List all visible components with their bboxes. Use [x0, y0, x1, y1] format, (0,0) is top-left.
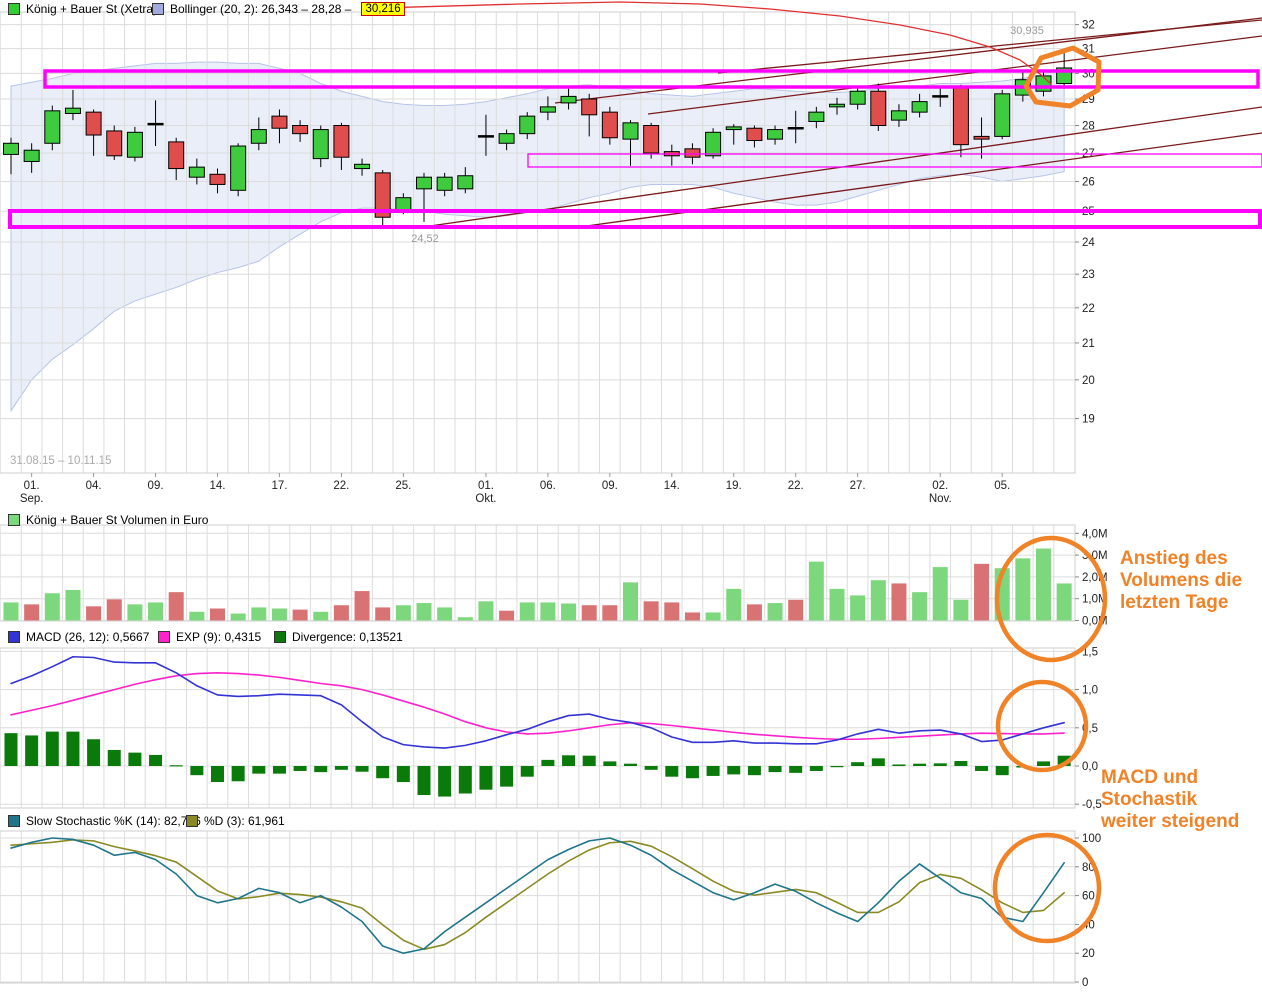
- svg-text:0: 0: [1082, 977, 1088, 989]
- macd-annotation: MACD und Stochastik weiter steigend: [1101, 767, 1239, 833]
- svg-text:22.: 22.: [333, 480, 349, 492]
- svg-text:14.: 14.: [210, 480, 226, 492]
- svg-text:01.: 01.: [24, 480, 40, 492]
- svg-text:20: 20: [1082, 948, 1095, 960]
- stock-chart-canvas: 32313029282726252423222120194,0M3,0M2,0M…: [0, 0, 1262, 997]
- svg-text:19.: 19.: [726, 480, 742, 492]
- svg-text:21: 21: [1082, 338, 1095, 350]
- svg-text:Okt.: Okt.: [475, 493, 496, 505]
- volume-swatch-icon: [8, 514, 20, 526]
- svg-text:14.: 14.: [664, 480, 680, 492]
- legend-volume: König + Bauer St Volumen in Euro: [8, 513, 208, 527]
- svg-text:02.: 02.: [932, 480, 948, 492]
- stochastic-k-label: Slow Stochastic %K (14): 82,756: [26, 814, 201, 828]
- high-price-label: 30,935: [1004, 25, 1050, 37]
- svg-text:60: 60: [1082, 891, 1095, 903]
- svg-text:05.: 05.: [994, 480, 1010, 492]
- bollinger-label: Bollinger (20, 2): 26,343 – 28,28 –: [170, 2, 351, 16]
- svg-text:19: 19: [1082, 414, 1095, 426]
- svg-text:20: 20: [1082, 375, 1095, 387]
- bollinger-upper-badge: 30,216: [361, 2, 404, 16]
- svg-text:1,0: 1,0: [1082, 685, 1098, 697]
- stochastic-d-swatch-icon: [186, 815, 198, 827]
- svg-text:32: 32: [1082, 20, 1095, 32]
- stochastic-k-swatch-icon: [8, 815, 20, 827]
- legend-macd-line: MACD (26, 12): 0,5667: [8, 630, 149, 644]
- svg-text:09.: 09.: [602, 480, 618, 492]
- svg-text:17.: 17.: [271, 480, 287, 492]
- svg-text:04.: 04.: [86, 480, 102, 492]
- volume-annotation: Anstieg des Volumens die letzten Tage: [1120, 548, 1242, 614]
- svg-text:01.: 01.: [478, 480, 494, 492]
- volume-label: König + Bauer St Volumen in Euro: [26, 513, 208, 527]
- legend-bollinger: Bollinger (20, 2): 26,343 – 28,28 – 30,2…: [152, 2, 405, 16]
- svg-text:09.: 09.: [148, 480, 164, 492]
- svg-text:-0,5: -0,5: [1082, 799, 1102, 811]
- bollinger-swatch-icon: [152, 3, 164, 15]
- legend-stochastic-d: %D (3): 61,961: [186, 814, 285, 828]
- legend-main-series: König + Bauer St (Xetra): [8, 2, 157, 16]
- svg-text:Sep.: Sep.: [20, 493, 44, 505]
- svg-text:27.: 27.: [850, 480, 866, 492]
- legend-macd-divergence: Divergence: 0,13521: [274, 630, 403, 644]
- exp-label: EXP (9): 0,4315: [176, 630, 261, 644]
- svg-text:Nov.: Nov.: [929, 493, 952, 505]
- exp-swatch-icon: [158, 631, 170, 643]
- stock-chart-page: 32313029282726252423222120194,0M3,0M2,0M…: [0, 0, 1262, 997]
- macd-swatch-icon: [8, 631, 20, 643]
- svg-text:22: 22: [1082, 303, 1095, 315]
- svg-text:23: 23: [1082, 269, 1095, 281]
- svg-text:24: 24: [1082, 237, 1095, 249]
- legend-macd-exp: EXP (9): 0,4315: [158, 630, 261, 644]
- svg-text:26: 26: [1082, 177, 1095, 189]
- low-price-label: 24,52: [402, 233, 448, 245]
- series-label: König + Bauer St (Xetra): [26, 2, 157, 16]
- stochastic-d-label: %D (3): 61,961: [204, 814, 285, 828]
- series-swatch-icon: [8, 3, 20, 15]
- legend-stochastic-k: Slow Stochastic %K (14): 82,756: [8, 814, 201, 828]
- date-range-label: 31.08.15 – 10.11.15: [10, 455, 111, 467]
- svg-text:4,0M: 4,0M: [1082, 528, 1108, 540]
- divergence-swatch-icon: [274, 631, 286, 643]
- svg-text:06.: 06.: [540, 480, 556, 492]
- svg-text:0,0: 0,0: [1082, 761, 1098, 773]
- svg-text:100: 100: [1082, 833, 1101, 845]
- macd-label: MACD (26, 12): 0,5667: [26, 630, 149, 644]
- svg-text:22.: 22.: [788, 480, 804, 492]
- divergence-label: Divergence: 0,13521: [292, 630, 403, 644]
- svg-text:25.: 25.: [395, 480, 411, 492]
